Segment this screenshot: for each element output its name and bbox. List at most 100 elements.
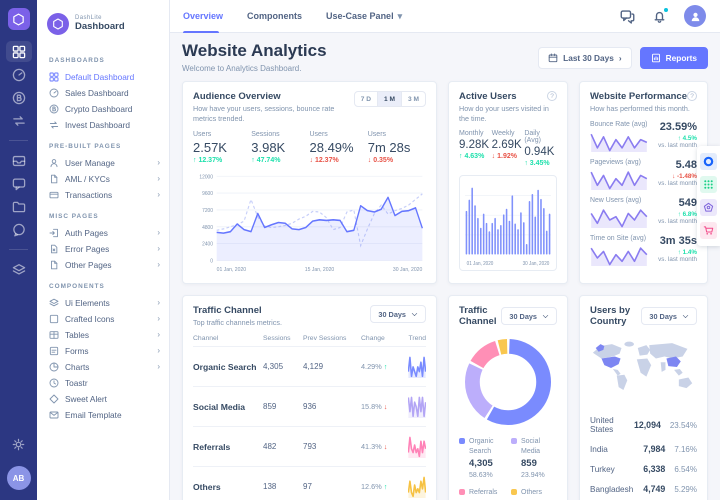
range-1m[interactable]: 1 M <box>377 92 401 106</box>
active-users-card: Active Users ? How do your users visited… <box>448 81 568 284</box>
brand[interactable]: DashLite Dashboard <box>37 0 169 45</box>
active-users-bar-chart: 01 Jan, 2020 30 Jan, 2020 <box>459 175 557 271</box>
card-title: Website Performance <box>590 91 687 102</box>
performance-row: New Users (avg) 549 ↑ 6.8% vs. last mont… <box>590 197 697 228</box>
rail-avatar[interactable]: AB <box>7 466 31 490</box>
sidebar-item-tables[interactable]: Tables› <box>49 327 169 343</box>
range-dropdown[interactable]: 30 Days <box>641 307 697 325</box>
svg-text:9600: 9600 <box>202 191 213 197</box>
country-row: United States 12,094 23.54% <box>590 416 697 434</box>
grid-icon <box>49 72 59 82</box>
pentagon-icon <box>703 202 714 213</box>
range-7d[interactable]: 7 D <box>355 92 377 106</box>
folder-icon <box>12 200 26 214</box>
sidebar-item-crafted-icons[interactable]: Crafted Icons› <box>49 311 169 327</box>
help-icon[interactable]: ? <box>687 91 697 101</box>
help-icon[interactable]: ? <box>547 91 557 101</box>
sidebar-item-sales-dashboard[interactable]: Sales Dashboard <box>49 85 169 101</box>
legend-swatch <box>459 438 465 444</box>
icon-rail: AB <box>0 0 37 500</box>
tab-use-case-panel[interactable]: Use-Case Panel▾ <box>326 0 402 33</box>
sidebar-item-ui-elements[interactable]: Ui Elements› <box>49 295 169 311</box>
stat-duration: Users 7m 28s ↓ 0.35% <box>368 131 426 164</box>
sidebar-item-crypto-dashboard[interactable]: Crypto Dashboard <box>49 101 169 117</box>
sidebar-item-charts[interactable]: Charts› <box>49 359 169 375</box>
tab-overview[interactable]: Overview <box>183 0 223 33</box>
date-range-button[interactable]: Last 30 Days › <box>538 47 632 69</box>
messages-icon[interactable] <box>620 9 635 24</box>
svg-text:2400: 2400 <box>202 242 213 248</box>
card-title: Audience Overview <box>193 91 354 102</box>
website-performance-card: Website Performance ? How has performed … <box>579 81 708 284</box>
sidebar-menu: DASHBOARDSDefault DashboardSales Dashboa… <box>37 45 169 423</box>
sidebar-item-auth-pages[interactable]: Auth Pages› <box>49 225 169 241</box>
rail-item-support[interactable] <box>6 219 32 240</box>
notifications-button[interactable] <box>652 9 667 24</box>
rail-item-layers[interactable] <box>6 259 32 280</box>
sidebar-item-aml-kycs[interactable]: AML / KYCs› <box>49 171 169 187</box>
sidebar-item-sweet-alert[interactable]: Sweet Alert <box>49 391 169 407</box>
diamond-icon <box>49 394 59 404</box>
page-subtitle: Welcome to Analytics Dashboard. <box>182 64 327 73</box>
country-row: Bangladesh 4,749 5.29% <box>590 484 697 494</box>
card-subtitle: Top traffic channels metrics. <box>193 318 282 328</box>
user-avatar[interactable] <box>684 5 706 27</box>
country-row: Turkey 6,338 6.54% <box>590 464 697 474</box>
svg-text:12000: 12000 <box>199 175 213 181</box>
sidebar-item-invest-dashboard[interactable]: Invest Dashboard <box>49 117 169 133</box>
framework-circle-button[interactable] <box>700 153 717 170</box>
cart-icon <box>703 225 714 236</box>
rail-item-sales[interactable] <box>6 64 32 85</box>
sidebar-item-transactions[interactable]: Transactions› <box>49 187 169 203</box>
content: Website Analytics Welcome to Analytics D… <box>170 33 720 500</box>
page-title: Website Analytics <box>182 41 327 61</box>
rail-item-inbox[interactable] <box>6 150 32 171</box>
swap-icon <box>49 120 59 130</box>
rail-item-dashboards[interactable] <box>6 41 32 62</box>
reports-button[interactable]: Reports <box>640 47 708 69</box>
sidebar-item-error-pages[interactable]: Error Pages› <box>49 241 169 257</box>
sidebar-item-toastr[interactable]: Toastr <box>49 375 169 391</box>
table-icon <box>49 330 59 340</box>
rail-settings-button[interactable] <box>6 434 32 455</box>
cart-button[interactable] <box>700 222 717 239</box>
legend-swatch <box>511 489 517 495</box>
table-row[interactable]: Organic Search 4,305 4,129 4.29% ↑ <box>193 346 426 386</box>
performance-sparkline <box>590 208 648 228</box>
rail-item-crypto[interactable] <box>6 87 32 108</box>
svg-text:15 Jan, 2020: 15 Jan, 2020 <box>305 267 334 273</box>
sidebar-item-forms[interactable]: Forms› <box>49 343 169 359</box>
range-dropdown[interactable]: 30 Days <box>370 305 426 323</box>
performance-sparkline <box>590 246 648 266</box>
framework-pentagon-button[interactable] <box>700 199 717 216</box>
performance-row: Bounce Rate (avg) 23.59% ↑ 4.5% vs. last… <box>590 121 697 152</box>
rail-item-invest[interactable] <box>6 110 32 131</box>
legend-item: Organic Search 4,305 58.63% <box>459 437 505 479</box>
table-row[interactable]: Others 138 97 12.6% ↑ <box>193 466 426 500</box>
sidebar-item-default-dashboard[interactable]: Default Dashboard <box>49 69 169 85</box>
svg-text:01 Jan, 2020: 01 Jan, 2020 <box>467 261 494 268</box>
range-dropdown[interactable]: 30 Days <box>501 307 557 325</box>
sidebar-item-email-template[interactable]: Email Template <box>49 407 169 423</box>
user-icon <box>690 11 701 22</box>
stat-monthly: Monthly 9.28K ↑ 4.63% <box>459 130 492 167</box>
framework-dots-button[interactable] <box>700 176 717 193</box>
trend-sparkline <box>408 475 426 498</box>
range-segment-control: 7 D 1 M 3 M <box>354 91 426 107</box>
svg-text:30 Jan, 2020: 30 Jan, 2020 <box>523 261 550 268</box>
range-3m[interactable]: 3 M <box>401 92 425 106</box>
chevron-right-icon: › <box>157 331 160 339</box>
table-row[interactable]: Social Media 859 936 15.8% ↓ <box>193 386 426 426</box>
file-icon <box>49 260 59 270</box>
performance-sparkline <box>590 132 648 152</box>
rail-item-messages[interactable] <box>6 173 32 194</box>
sidebar-item-other-pages[interactable]: Other Pages› <box>49 257 169 273</box>
sidebar-item-user-manage[interactable]: User Manage› <box>49 155 169 171</box>
tab-components[interactable]: Components <box>247 0 302 33</box>
rail-item-files[interactable] <box>6 196 32 217</box>
card-subtitle: How have your users, sessions, bounce ra… <box>193 104 354 123</box>
dashlite-logo-icon[interactable] <box>8 8 30 30</box>
chevron-right-icon: › <box>157 299 160 307</box>
hexagon-icon <box>52 18 64 30</box>
table-row[interactable]: Referrals 482 793 41.3% ↓ <box>193 426 426 466</box>
